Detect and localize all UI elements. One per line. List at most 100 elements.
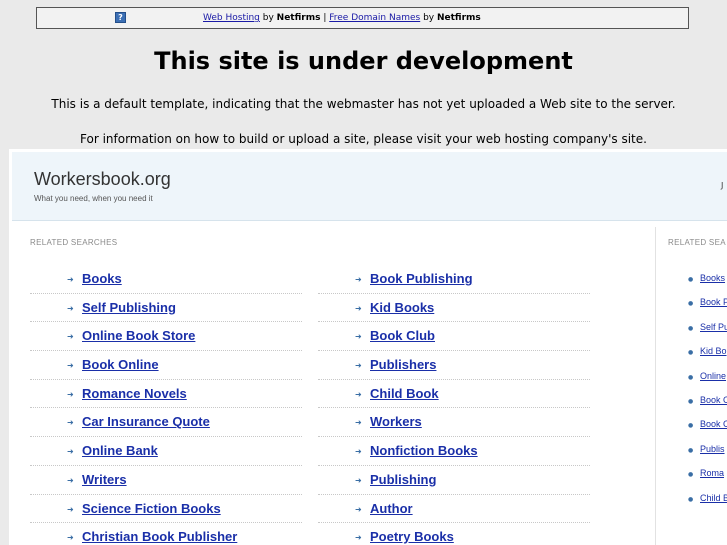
search-link[interactable]: Online Bank	[82, 443, 158, 458]
list-item: ➜ Book Online	[30, 351, 302, 380]
side-search-link[interactable]: Publis	[700, 444, 725, 454]
arrow-icon: ➜	[67, 303, 74, 313]
side-search-link[interactable]: Roma	[700, 468, 724, 478]
free-domain-link[interactable]: Free Domain Names	[329, 13, 420, 23]
banner-links: Web Hosting by Netfirms | Free Domain Na…	[203, 13, 481, 23]
search-link[interactable]: Nonfiction Books	[370, 443, 478, 458]
related-searches-label: RELATED SEARCHES	[30, 238, 118, 247]
search-link[interactable]: Kid Books	[370, 300, 434, 315]
search-link[interactable]: Online Book Store	[82, 328, 195, 343]
search-link[interactable]: Romance Novels	[82, 386, 187, 401]
arrow-icon: ➜	[67, 475, 74, 485]
search-link[interactable]: Science Fiction Books	[82, 501, 221, 516]
arrow-icon: ➜	[67, 418, 74, 428]
list-item: ➜ Book Publishing	[318, 265, 590, 294]
search-link[interactable]: Car Insurance Quote	[82, 414, 210, 429]
search-link[interactable]: Publishers	[370, 357, 436, 372]
side-search-link[interactable]: Online	[700, 371, 726, 381]
search-link[interactable]: Book Online	[82, 357, 159, 372]
search-link[interactable]: Books	[82, 271, 122, 286]
arrow-icon: ➜	[355, 332, 362, 342]
search-link[interactable]: Publishing	[370, 472, 436, 487]
arrow-icon: ➜	[355, 275, 362, 284]
banner-brand-1: Netfirms	[276, 13, 321, 23]
side-search-link[interactable]: Kid Bo	[700, 346, 727, 356]
list-item: ➜ Science Fiction Books	[30, 495, 302, 524]
parked-domain-panel: Workersbook.org What you need, when you …	[9, 149, 727, 545]
site-header: Workersbook.org What you need, when you …	[12, 152, 727, 221]
list-item: ➜ Self Publishing	[30, 294, 302, 323]
search-link[interactable]: Writers	[82, 472, 127, 487]
list-item: ➜ Book Club	[318, 322, 590, 352]
bullet-icon: ●	[688, 398, 694, 405]
arrow-icon: ➜	[67, 447, 74, 457]
arrow-icon: ➜	[67, 275, 74, 284]
arrow-icon: ➜	[67, 332, 74, 342]
bullet-icon: ●	[688, 471, 694, 479]
bullet-icon: ●	[688, 349, 694, 357]
bullet-icon: ●	[688, 276, 694, 283]
list-item: ➜ Author	[318, 495, 590, 524]
arrow-icon: ➜	[355, 533, 362, 543]
banner-by-2: by	[420, 13, 437, 23]
search-link[interactable]: Workers	[370, 414, 422, 429]
list-item: ➜ Writers	[30, 466, 302, 495]
notice-line-2: For information on how to build or uploa…	[80, 132, 647, 146]
side-search-link[interactable]: Books	[700, 273, 725, 283]
list-item: ➜ Publishers	[318, 351, 590, 380]
search-link[interactable]: Christian Book Publisher	[82, 529, 237, 544]
arrow-icon: ➜	[355, 303, 362, 313]
list-item: ➜ Car Insurance Quote	[30, 408, 302, 438]
list-item: ➜ Online Book Store	[30, 322, 302, 352]
list-item: ➜ Child Book	[318, 380, 590, 409]
site-tagline: What you need, when you need it	[34, 194, 153, 203]
banner-separator: |	[320, 13, 330, 23]
search-link[interactable]: Child Book	[370, 386, 439, 401]
site-title: Workersbook.org	[34, 169, 171, 189]
column-divider	[655, 227, 656, 545]
header-right-text: J	[721, 181, 724, 190]
bullet-icon: ●	[688, 373, 694, 381]
search-link[interactable]: Book Club	[370, 328, 435, 343]
search-link[interactable]: Self Publishing	[82, 300, 176, 315]
arrow-icon: ➜	[355, 389, 362, 399]
list-item: ➜ Christian Book Publisher	[30, 523, 302, 545]
left-search-column: ➜ Books ➜ Self Publishing ➜ Online Book Store…	[30, 265, 302, 545]
hosting-banner: ? Web Hosting by Netfirms | Free Domain …	[36, 7, 689, 29]
search-link[interactable]: Poetry Books	[370, 529, 454, 544]
page-title: This site is under development	[154, 47, 573, 75]
arrow-icon: ➜	[355, 475, 362, 485]
arrow-icon: ➜	[355, 447, 362, 457]
arrow-icon: ➜	[355, 504, 362, 514]
bullet-icon: ●	[688, 495, 694, 503]
list-item: ➜ Online Bank	[30, 437, 302, 466]
list-item: ➜ Workers	[318, 408, 590, 438]
help-icon[interactable]: ?	[115, 12, 126, 23]
list-item: ➜ Publishing	[318, 466, 590, 495]
list-item: ➜ Kid Books	[318, 294, 590, 323]
bullet-icon: ●	[688, 422, 694, 430]
side-search-link[interactable]: Book C	[700, 395, 727, 405]
side-search-link[interactable]: Book P	[700, 297, 727, 307]
side-search-link[interactable]: Book C	[700, 419, 727, 429]
banner-brand-2: Netfirms	[436, 13, 481, 23]
list-item: ➜ Poetry Books	[318, 523, 590, 545]
side-search-link[interactable]: Child B	[700, 493, 727, 503]
arrow-icon: ➜	[67, 389, 74, 399]
arrow-icon: ➜	[355, 361, 362, 371]
search-link[interactable]: Author	[370, 501, 413, 516]
web-hosting-link[interactable]: Web Hosting	[203, 13, 260, 23]
side-search-link[interactable]: Self Pu	[700, 322, 727, 332]
side-related-label: RELATED SEA	[668, 238, 726, 247]
arrow-icon: ➜	[355, 418, 362, 428]
list-item: ➜ Romance Novels	[30, 380, 302, 409]
bullet-icon: ●	[688, 446, 694, 454]
search-link[interactable]: Book Publishing	[370, 271, 473, 286]
bullet-icon: ●	[688, 324, 694, 332]
arrow-icon: ➜	[67, 504, 74, 514]
list-item: ➜ Books	[30, 265, 302, 294]
notice-line-1: This is a default template, indicating t…	[51, 97, 676, 111]
banner-by-1: by	[259, 13, 277, 23]
arrow-icon: ➜	[67, 533, 74, 543]
right-search-column: ➜ Book Publishing ➜ Kid Books ➜ Book Club ➜ Pub…	[318, 265, 590, 545]
